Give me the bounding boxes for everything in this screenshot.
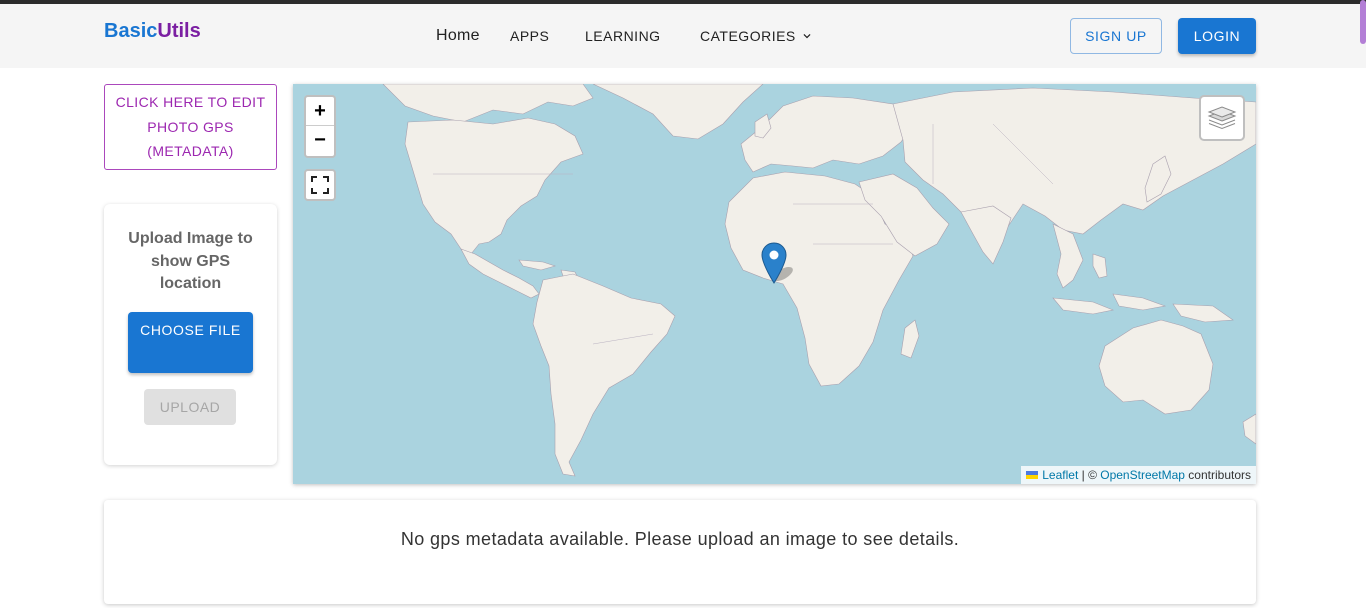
nav-learning[interactable]: LEARNING [585,4,661,68]
attribution-contributors: contributors [1184,468,1251,482]
nav-categories-label: CATEGORIES [700,28,796,44]
layers-button[interactable] [1199,95,1245,141]
choose-file-button[interactable]: CHOOSE FILE [128,312,253,373]
attribution-separator: | © [1078,468,1101,482]
upload-title: Upload Image to show GPS location [128,230,253,292]
map-view[interactable]: + − Leaflet | © OpenStreetMap contributo… [293,84,1256,484]
fullscreen-button[interactable] [304,169,336,201]
ukraine-flag-icon [1026,471,1039,479]
brand-logo-part2: Utils [157,20,201,42]
nav-categories[interactable]: CATEGORIES [700,4,814,68]
leaflet-link[interactable]: Leaflet [1042,468,1078,482]
brand-logo[interactable]: BasicUtils [104,20,201,43]
sign-up-button[interactable]: SIGN UP [1070,18,1162,54]
nav-home[interactable]: Home [436,4,480,68]
zoom-out-button[interactable]: − [306,126,334,155]
upload-button[interactable]: UPLOAD [144,389,236,425]
edit-photo-gps-link[interactable]: CLICK HERE TO EDIT PHOTO GPS (METADATA) [104,84,277,170]
layers-icon [1207,106,1237,130]
openstreetmap-link[interactable]: OpenStreetMap [1100,468,1185,482]
chevron-down-icon [803,34,811,39]
map-attribution: Leaflet | © OpenStreetMap contributors [1021,466,1256,484]
login-button[interactable]: LOGIN [1178,18,1256,54]
main-content: CLICK HERE TO EDIT PHOTO GPS (METADATA) … [0,68,1366,608]
gps-details-message: No gps metadata available. Please upload… [400,529,960,549]
world-map-landmass [382,84,1256,477]
map-pin-icon[interactable] [761,242,787,284]
fullscreen-icon [311,176,329,194]
gps-details-card: No gps metadata available. Please upload… [104,500,1256,604]
upload-card: Upload Image to show GPS location CHOOSE… [104,204,277,465]
scrollbar-thumb[interactable] [1360,0,1366,44]
nav-apps[interactable]: APPS [510,4,549,68]
zoom-control: + − [304,95,336,158]
brand-logo-part1: Basic [104,20,158,42]
site-header: BasicUtils Home APPS LEARNING CATEGORIES… [0,4,1366,68]
zoom-in-button[interactable]: + [306,97,334,126]
